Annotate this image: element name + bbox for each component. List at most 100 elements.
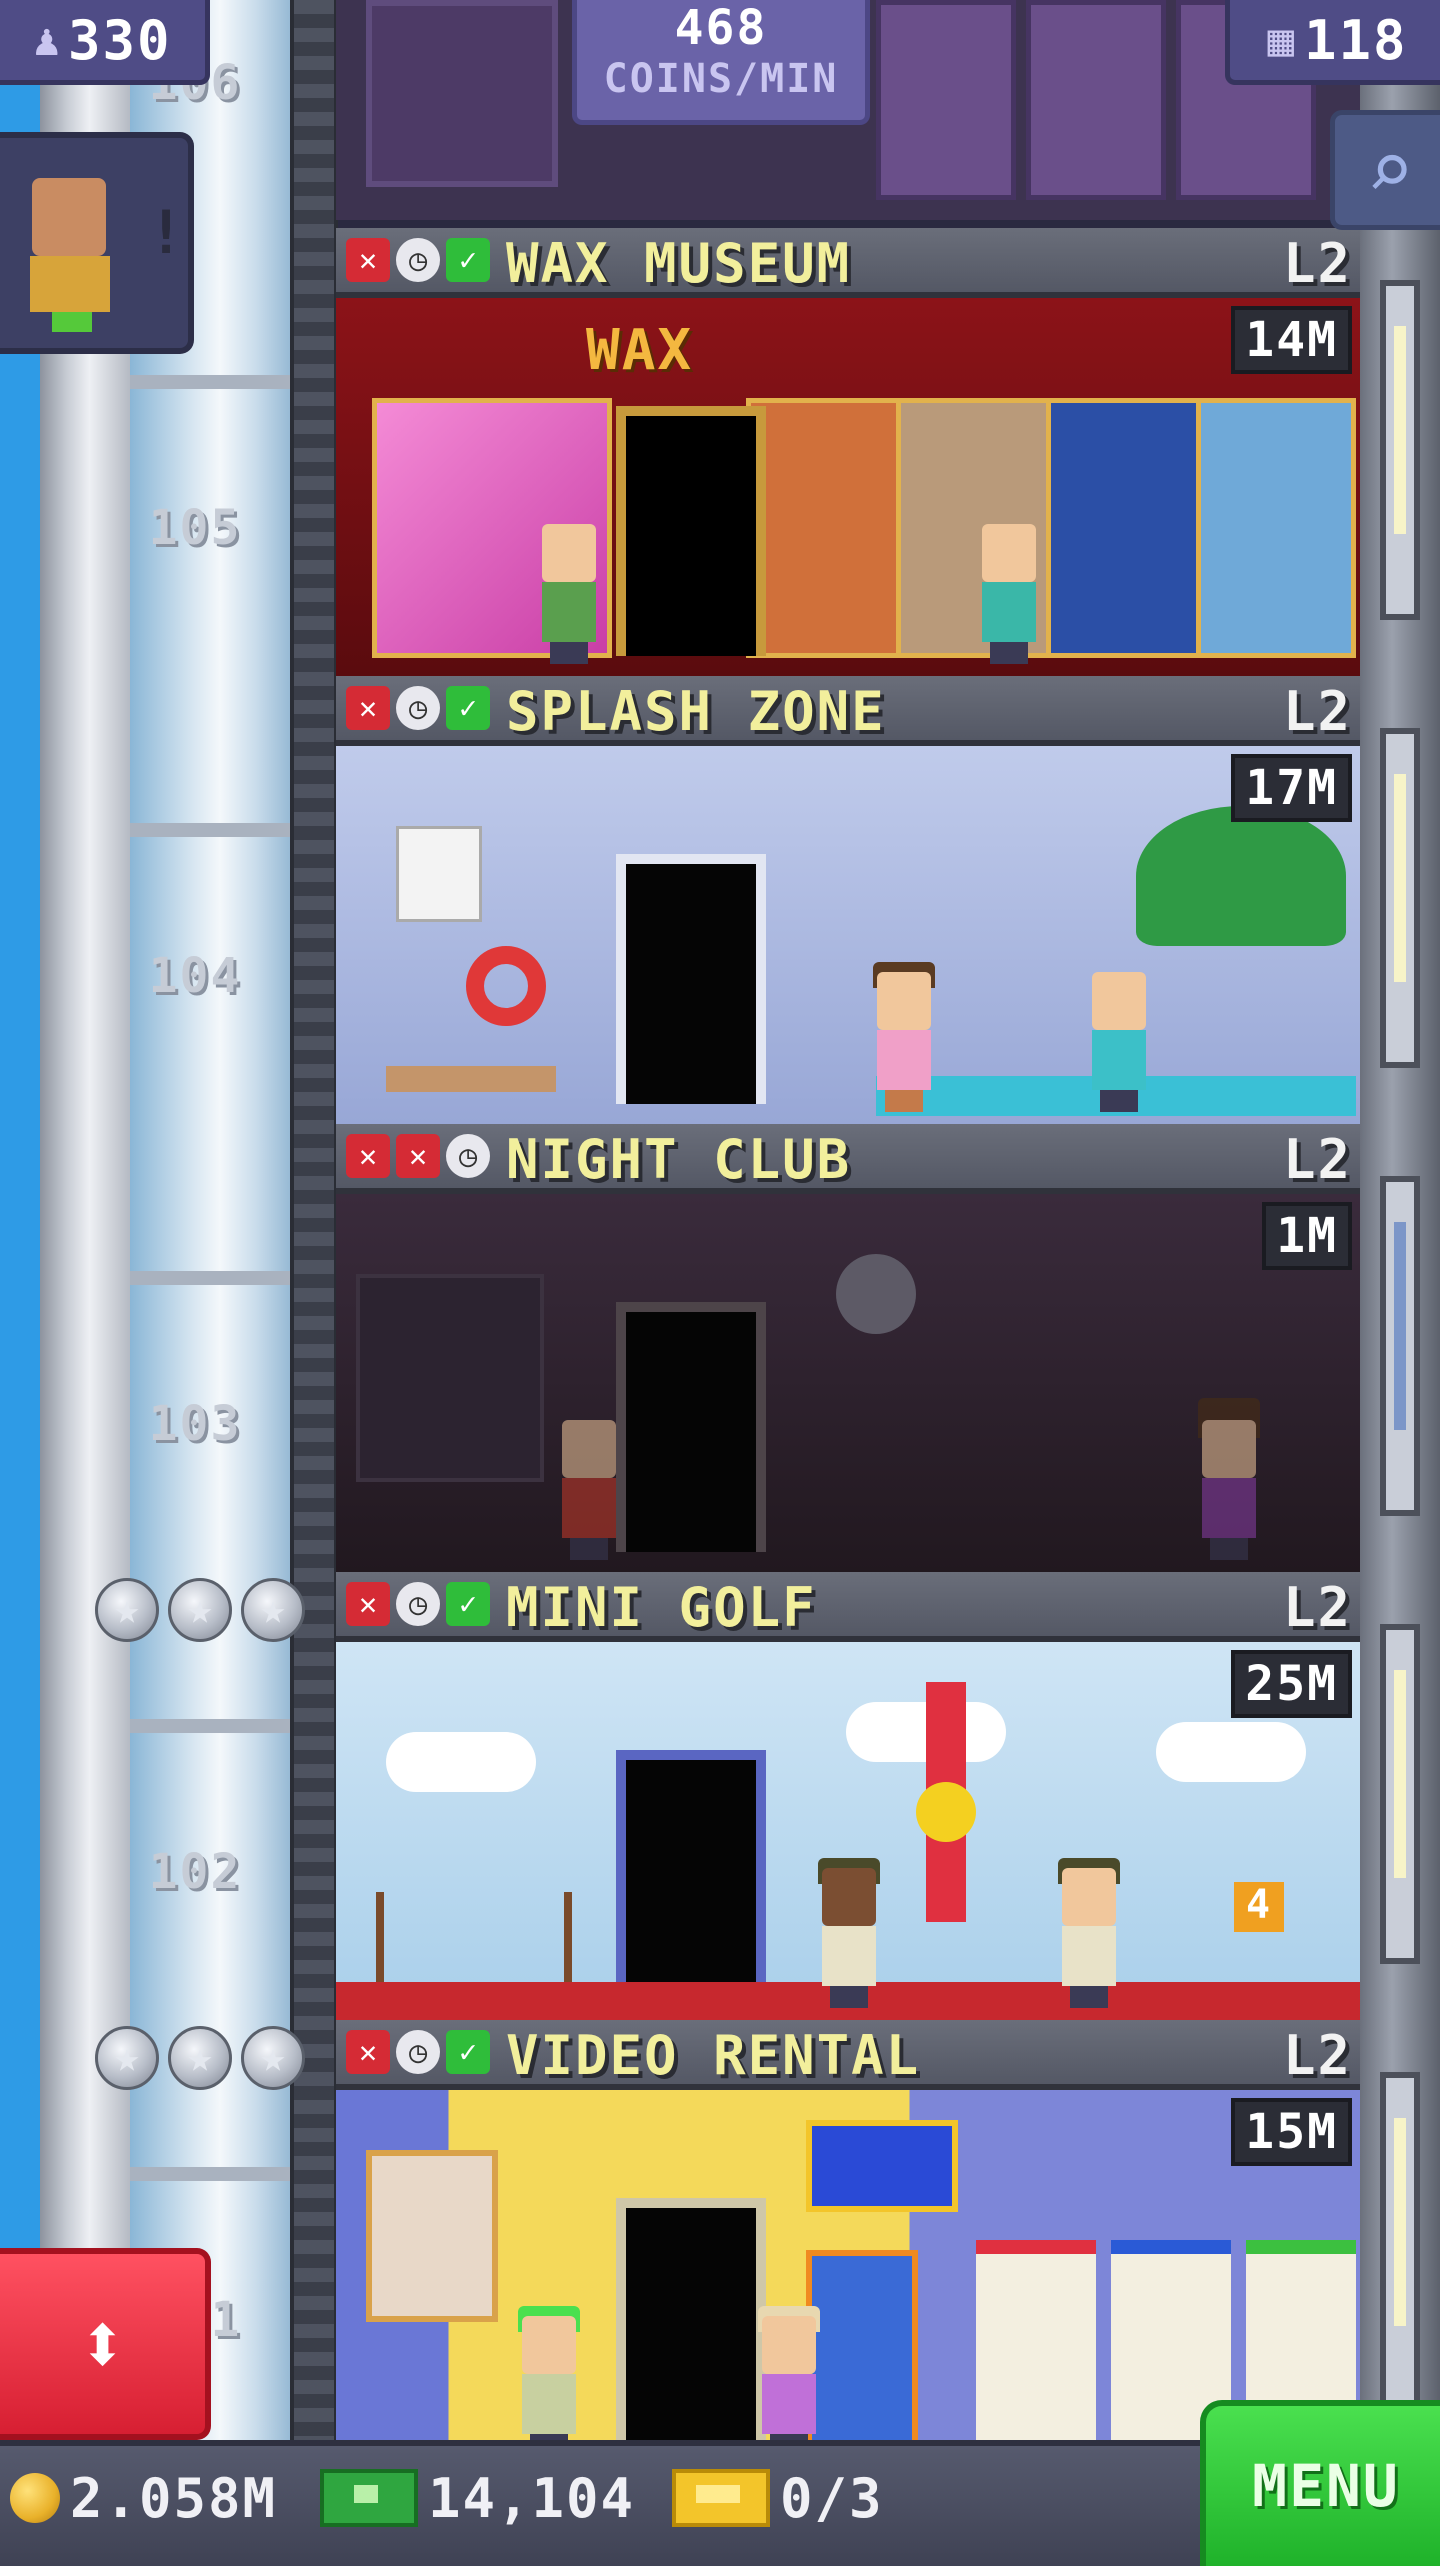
- close-icon: ✕: [396, 1134, 440, 1178]
- window: [1380, 280, 1420, 620]
- clock-icon: ◷: [446, 1134, 490, 1178]
- star-icon: [241, 1578, 305, 1642]
- visitor[interactable]: [816, 1858, 882, 2008]
- slot-machine: [1026, 0, 1166, 200]
- floor-level: L2: [1282, 1128, 1352, 1191]
- floor-wax-museum[interactable]: WAX ✕ ◷ ✓ WAX MUSEUM L2 14M: [336, 228, 1360, 676]
- tickets-display[interactable]: 0/3: [672, 2466, 884, 2530]
- floor-level: L2: [1282, 232, 1352, 295]
- up-down-arrows-icon: ⬍: [77, 2295, 128, 2393]
- bux-display[interactable]: 14,104: [320, 2466, 635, 2530]
- stock-badge: 25M: [1231, 1650, 1352, 1718]
- shaft-divider: [130, 375, 290, 389]
- arcade-machine: [806, 2250, 918, 2468]
- floor-scene: WAX: [336, 298, 1360, 676]
- search-button[interactable]: ⌕: [1330, 110, 1440, 230]
- close-icon: ✕: [346, 1134, 390, 1178]
- window: [1380, 1624, 1420, 1964]
- visitor[interactable]: [536, 524, 602, 664]
- floor-name: VIDEO RENTAL: [506, 2024, 921, 2087]
- shaft-divider: [130, 1271, 290, 1285]
- stock-badge: 1M: [1262, 1202, 1352, 1270]
- shaft-divider: [130, 1719, 290, 1733]
- clock-icon: ◷: [396, 238, 440, 282]
- floor-mini-golf[interactable]: 4 ✕ ◷ ✓ MINI GOLF L2 25M: [336, 1572, 1360, 2020]
- life-ring-icon: [466, 946, 546, 1026]
- cloud: [386, 1732, 536, 1792]
- lounge-chair: [386, 1066, 556, 1092]
- floor-status-icons: ✕ ◷ ✓: [346, 1582, 490, 1626]
- visitor[interactable]: [756, 2306, 822, 2456]
- visitor[interactable]: [1056, 1858, 1122, 2008]
- floor-number: 105: [148, 500, 242, 556]
- clock-icon: ◷: [396, 2030, 440, 2074]
- floor-status-icons: ✕ ✕ ◷: [346, 1134, 490, 1178]
- visitor[interactable]: [556, 1420, 622, 1560]
- vip-visitor-button[interactable]: !: [0, 132, 194, 354]
- floor-video-rental[interactable]: ✕ ◷ ✓ VIDEO RENTAL L2 15M: [336, 2020, 1360, 2468]
- bar-shelf: [356, 1274, 544, 1482]
- coins-value: 2.058M: [70, 2466, 278, 2530]
- slot-machine: [876, 0, 1016, 200]
- check-icon: ✓: [446, 238, 490, 282]
- building-icon: ▦: [1267, 14, 1296, 66]
- palm-tree: [1136, 806, 1346, 946]
- floor-status-icons: ✕ ◷ ✓: [346, 2030, 490, 2074]
- window: [1380, 728, 1420, 1068]
- shaft-divider: [130, 2167, 290, 2181]
- disco-ball: [836, 1254, 916, 1334]
- door: [616, 1302, 766, 1552]
- stock-badge: 14M: [1231, 306, 1352, 374]
- bux-icon: [320, 2469, 418, 2527]
- visitor[interactable]: [976, 524, 1042, 664]
- floor-counter[interactable]: ▦ 118: [1225, 0, 1440, 85]
- menu-button[interactable]: MENU: [1200, 2400, 1440, 2566]
- floor-stars: [95, 2026, 305, 2090]
- vip-avatar-legs: [52, 312, 92, 332]
- club-rack: [376, 1892, 572, 1990]
- clock-icon: ◷: [396, 686, 440, 730]
- exhibit-booth: [1046, 398, 1206, 658]
- bux-value: 14,104: [428, 2466, 636, 2530]
- wax-sign: WAX: [586, 318, 694, 383]
- visitor[interactable]: [1086, 972, 1152, 1112]
- floor-status-icons: ✕ ◷ ✓: [346, 686, 490, 730]
- floor-name: MINI GOLF: [506, 1576, 817, 1639]
- coin-rate-value: 468: [674, 0, 768, 56]
- floor-status-icons: ✕ ◷ ✓: [346, 238, 490, 282]
- alert-icon: !: [148, 198, 185, 268]
- visitor[interactable]: [871, 962, 937, 1112]
- population-value: 330: [67, 8, 172, 72]
- visitor[interactable]: [516, 2306, 582, 2456]
- floor-number: 102: [148, 1844, 242, 1900]
- elevator-button[interactable]: ⬍: [0, 2248, 211, 2440]
- floor-splash-zone[interactable]: ✕ ◷ ✓ SPLASH ZONE L2 17M: [336, 676, 1360, 1124]
- floor-level: L2: [1282, 680, 1352, 743]
- star-icon: [168, 2026, 232, 2090]
- search-icon: ⌕: [1365, 123, 1415, 217]
- shaft-divider: [130, 823, 290, 837]
- coin-rate-panel: 468 COINS/MIN: [572, 0, 870, 125]
- movie-poster: [366, 2150, 498, 2322]
- close-icon: ✕: [346, 238, 390, 282]
- window: [1380, 1176, 1420, 1516]
- notice-board: [396, 826, 482, 922]
- floor-night-club[interactable]: ✕ ✕ ◷ NIGHT CLUB L2 1M: [336, 1124, 1360, 1572]
- coins-display[interactable]: 2.058M: [10, 2466, 277, 2530]
- vip-avatar: [32, 178, 106, 256]
- exhibit-booth: [1196, 398, 1356, 658]
- door: [616, 1750, 766, 2000]
- floor-number: 103: [148, 1396, 242, 1452]
- floor-stars: [95, 1578, 305, 1642]
- visitor[interactable]: [1196, 1398, 1262, 1560]
- windmill-hub: [916, 1782, 976, 1842]
- stock-badge: 15M: [1231, 2098, 1352, 2166]
- star-icon: [241, 2026, 305, 2090]
- population-counter[interactable]: ♟ 330: [0, 0, 210, 85]
- vip-avatar-body: [30, 256, 110, 312]
- floor-scene: [336, 746, 1360, 1124]
- cloud: [1156, 1722, 1306, 1782]
- floor-level: L2: [1282, 2024, 1352, 2087]
- floor-scene: 4: [336, 1642, 1360, 2020]
- tickets-value: 0/3: [780, 2466, 884, 2530]
